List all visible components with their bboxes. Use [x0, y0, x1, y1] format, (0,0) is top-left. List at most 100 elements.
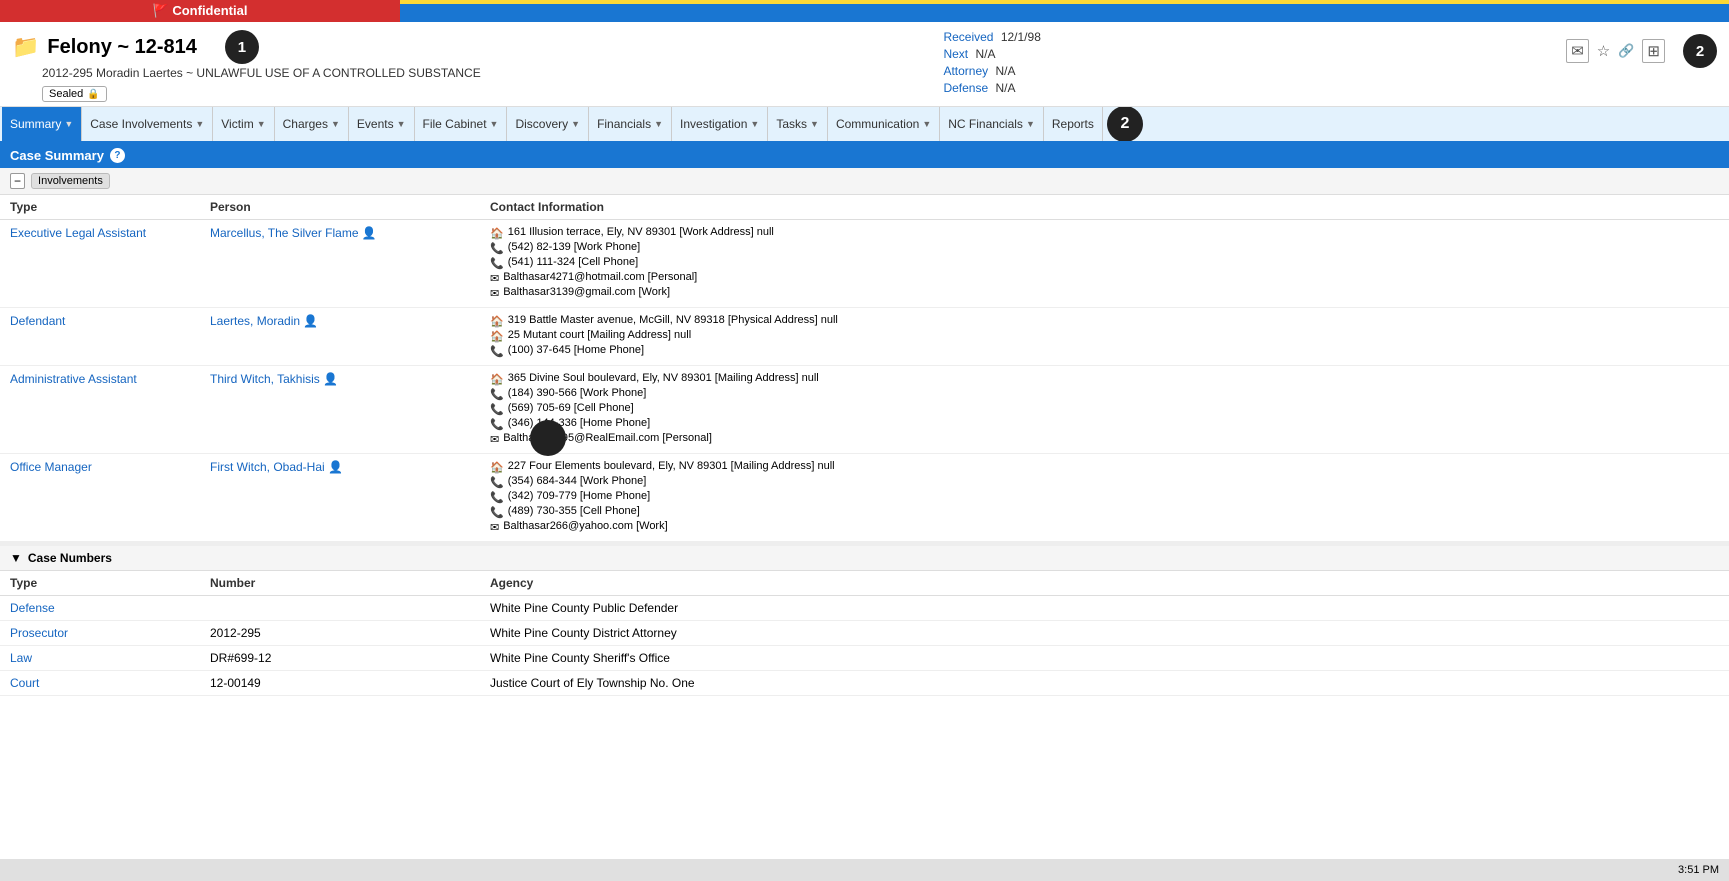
person-icon: 👤 [362, 226, 377, 240]
status-bar: 3:51 PM [0, 859, 1729, 881]
involvements-tag[interactable]: Involvements [31, 173, 110, 189]
person-link[interactable]: First Witch, Obad-Hai [210, 460, 325, 474]
defense-value: N/A [996, 81, 1016, 95]
email-icon[interactable]: ✉ [1566, 39, 1589, 63]
nav-item-reports[interactable]: Reports [1044, 107, 1103, 142]
case-meta: Received 12/1/98 Next N/A Attorney N/A D… [943, 30, 1143, 95]
table-row: Prosecutor2012-295White Pine County Dist… [0, 621, 1729, 646]
meta-received: Received 12/1/98 [943, 30, 1143, 44]
case-header: 📁 Felony ~ 12-814 1 2012-295 Moradin Lae… [0, 22, 1729, 107]
collapse-icon[interactable]: − [10, 173, 25, 189]
table-row: Administrative Assistant Third Witch, Tak… [0, 366, 1729, 454]
nav-item-tasks[interactable]: Tasks ▼ [768, 107, 828, 142]
contact-text: (354) 684-344 [Work Phone] [508, 475, 647, 487]
involvement-type-link[interactable]: Defendant [10, 314, 65, 328]
case-numbers-title: Case Numbers [28, 551, 112, 565]
contact-text: Balthasar266@yahoo.com [Work] [503, 520, 667, 532]
summary-dropdown-icon: ▼ [64, 119, 73, 129]
sealed-badge[interactable]: Sealed 🔒 [42, 86, 107, 102]
case-number-type-link[interactable]: Defense [10, 601, 55, 615]
contact-text: 319 Battle Master avenue, McGill, NV 893… [508, 314, 838, 326]
case-number-agency: Justice Court of Ely Township No. One [480, 671, 1729, 696]
defense-label: Defense [943, 81, 988, 95]
cn-col-number: Number [200, 571, 480, 596]
contact-line: ✉Balthasar3895@RealEmail.com [Personal] [490, 432, 1719, 446]
phone-icon: 📞 [490, 491, 504, 504]
table-row: LawDR#699-12White Pine County Sheriff's … [0, 646, 1729, 671]
table-row: DefendantLaertes, Moradin 👤🏠319 Battle M… [0, 308, 1729, 366]
involvements-header: − Involvements [0, 168, 1729, 195]
contact-line: 📞(100) 37-645 [Home Phone] [490, 344, 1719, 358]
case-number-type-link[interactable]: Prosecutor [10, 626, 68, 640]
phone-icon: 📞 [490, 388, 504, 401]
received-label: Received [943, 30, 993, 44]
involvement-type-link[interactable]: Executive Legal Assistant [10, 226, 146, 240]
star-icon[interactable]: ☆ [1597, 42, 1610, 60]
involvement-type-link[interactable]: Office Manager [10, 460, 92, 474]
top-bar: 🚩 Confidential [0, 0, 1729, 22]
involvement-type-link[interactable]: Administrative Assistant [10, 372, 137, 386]
email-icon: ✉ [490, 272, 499, 285]
case-number-type-link[interactable]: Law [10, 651, 32, 665]
email-icon: ✉ [490, 287, 499, 300]
nav-item-summary[interactable]: Summary ▼ [2, 107, 82, 142]
home-icon: 🏠 [490, 227, 504, 240]
case-numbers-collapse-icon[interactable]: ▼ [10, 551, 22, 565]
contact-line: 📞(346) 144-336 [Home Phone] [490, 417, 1719, 431]
case-number-type-link[interactable]: Court [10, 676, 39, 690]
phone-icon: 📞 [490, 418, 504, 431]
case-title: 📁 Felony ~ 12-814 1 [12, 30, 481, 64]
contact-text: (184) 390-566 [Work Phone] [508, 387, 647, 399]
contact-line: 🏠319 Battle Master avenue, McGill, NV 89… [490, 314, 1719, 328]
next-label: Next [943, 47, 968, 61]
case-numbers-header[interactable]: ▼ Case Numbers [0, 542, 1729, 571]
lock-icon: 🔒 [87, 89, 99, 100]
nav-item-file-cabinet[interactable]: File Cabinet ▼ [415, 107, 508, 142]
nav-item-case-involvements[interactable]: Case Involvements ▼ [82, 107, 213, 142]
nav-item-charges[interactable]: Charges ▼ [275, 107, 349, 142]
email-icon: ✉ [490, 521, 499, 534]
case-subtitle: 2012-295 Moradin Laertes ~ UNLAWFUL USE … [42, 66, 481, 80]
case-number-value: 2012-295 [200, 621, 480, 646]
involvements-table-header: Type Person Contact Information [0, 195, 1729, 220]
nav-item-financials[interactable]: Financials ▼ [589, 107, 672, 142]
nav-item-communication[interactable]: Communication ▼ [828, 107, 940, 142]
case-number-value [200, 596, 480, 621]
case-number-agency: White Pine County Sheriff's Office [480, 646, 1729, 671]
sealed-label: Sealed [49, 88, 83, 100]
home-icon: 🏠 [490, 373, 504, 386]
phone-icon: 📞 [490, 506, 504, 519]
person-link[interactable]: Laertes, Moradin [210, 314, 300, 328]
case-involvements-dropdown-icon: ▼ [195, 119, 204, 129]
contact-line: 📞 (184) 390-566 [Work Phone] [490, 387, 1719, 401]
contact-line: 🏠161 Illusion terrace, Ely, NV 89301 [Wo… [490, 226, 1719, 240]
contact-text: (542) 82-139 [Work Phone] [508, 241, 640, 253]
help-icon[interactable]: ? [110, 148, 125, 163]
contact-text: 25 Mutant court [Mailing Address] null [508, 329, 691, 341]
person-link[interactable]: Marcellus, The Silver Flame [210, 226, 359, 240]
nav-item-events[interactable]: Events ▼ [349, 107, 415, 142]
case-numbers-table-header: Type Number Agency [0, 571, 1729, 596]
next-value: N/A [975, 47, 995, 61]
col-type: Type [0, 195, 200, 220]
nav-item-victim[interactable]: Victim ▼ [213, 107, 274, 142]
contact-text: 227 Four Elements boulevard, Ely, NV 893… [508, 460, 835, 472]
nav-item-investigation[interactable]: Investigation ▼ [672, 107, 768, 142]
contact-line: 🏠227 Four Elements boulevard, Ely, NV 89… [490, 460, 1719, 474]
contact-line: ✉ Balthasar266@yahoo.com [Work] [490, 520, 1719, 534]
contact-text: (342) 709-779 [Home Phone] [508, 490, 650, 502]
contact-line: 📞(489) 730-355 [Cell Phone] [490, 505, 1719, 519]
attorney-label: Attorney [943, 64, 988, 78]
nav-item-nc-financials[interactable]: NC Financials ▼ [940, 107, 1044, 142]
phone-icon: 📞 [490, 242, 504, 255]
person-link[interactable]: Third Witch, Takhisis [210, 372, 320, 386]
contact-text: Balthasar3895@RealEmail.com [Personal] [503, 432, 712, 444]
confidential-bar: 🚩 Confidential [0, 0, 400, 22]
cn-col-agency: Agency [480, 571, 1729, 596]
discovery-dropdown-icon: ▼ [571, 119, 580, 129]
contact-text: Balthasar3139@gmail.com [Work] [503, 286, 670, 298]
status-time: 3:51 PM [1678, 864, 1719, 876]
link-icon[interactable]: 🔗 [1618, 43, 1634, 59]
grid-icon[interactable]: ⊞ [1642, 39, 1665, 63]
nav-item-discovery[interactable]: Discovery ▼ [507, 107, 589, 142]
